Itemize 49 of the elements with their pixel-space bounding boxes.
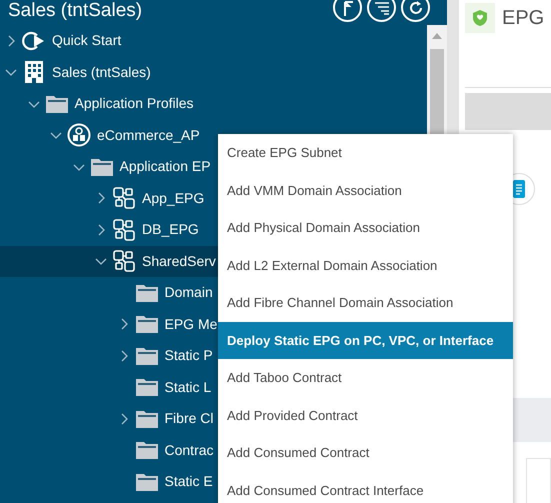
tree-label: DB_EPG	[142, 220, 199, 240]
folder-icon	[136, 472, 158, 491]
tree-label: Application Profiles	[74, 94, 194, 114]
refresh-icon[interactable]	[401, 0, 430, 22]
tree-label: Contrac	[164, 440, 214, 460]
building-icon	[24, 61, 44, 84]
menu-item[interactable]: Deploy Static EPG on PC, VPC, or Interface	[218, 322, 513, 359]
folder-icon	[136, 410, 158, 428]
menu-item[interactable]: Create EPG Subnet	[218, 134, 513, 172]
tree-label: Fibre Cl	[164, 409, 214, 428]
tree-label: Static E	[164, 472, 213, 492]
network-nodes-icon	[113, 187, 135, 210]
folder-icon	[136, 441, 158, 460]
folder-icon	[136, 315, 158, 334]
tree-label: EPG Me	[164, 314, 218, 334]
menu-item[interactable]: Add VMM Domain Association	[218, 172, 513, 209]
folder-icon	[136, 284, 158, 302]
menu-item[interactable]: Add Consumed Contract Interface	[218, 472, 513, 503]
menu-item[interactable]: Add Consumed Contract	[218, 434, 513, 472]
tree-label: Application EP	[120, 157, 211, 176]
shield-icon	[465, 3, 495, 33]
content-card	[526, 458, 551, 503]
menu-item[interactable]: Add Physical Domain Association	[218, 209, 513, 246]
filter-list-icon[interactable]	[367, 0, 396, 22]
tree-label: SharedServ	[142, 252, 216, 271]
sidebar-title: Sales (tntSales)	[7, 0, 142, 22]
tree-label: eCommerce_AP	[97, 126, 200, 145]
flag-icon[interactable]	[333, 0, 362, 22]
gear-cluster-icon	[67, 123, 91, 148]
page-title: EPG	[502, 6, 544, 31]
tree-label: Static L	[164, 378, 212, 397]
folder-icon	[46, 94, 68, 113]
tree-label: Domain	[164, 283, 213, 302]
tree-item[interactable]: Quick Start	[0, 25, 427, 56]
tree-label: Quick Start	[52, 31, 122, 50]
menu-item[interactable]: Add Taboo Contract	[218, 359, 513, 396]
tree-label: Static P	[164, 346, 213, 366]
tree-label: Sales (tntSales)	[52, 62, 151, 82]
tree-item[interactable]: Sales (tntSales)	[0, 56, 427, 88]
play-circle-icon	[22, 30, 46, 52]
folder-icon	[90, 158, 112, 176]
menu-item[interactable]: Add Provided Contract	[218, 396, 513, 434]
folder-icon	[136, 346, 158, 365]
folder-icon	[136, 378, 158, 396]
menu-item[interactable]: Add Fibre Channel Domain Association	[218, 284, 513, 322]
network-nodes-icon	[113, 250, 135, 272]
tree-label: App_EPG	[142, 188, 204, 208]
network-nodes-icon	[113, 218, 135, 241]
tree-item[interactable]: Application Profiles	[0, 88, 427, 120]
